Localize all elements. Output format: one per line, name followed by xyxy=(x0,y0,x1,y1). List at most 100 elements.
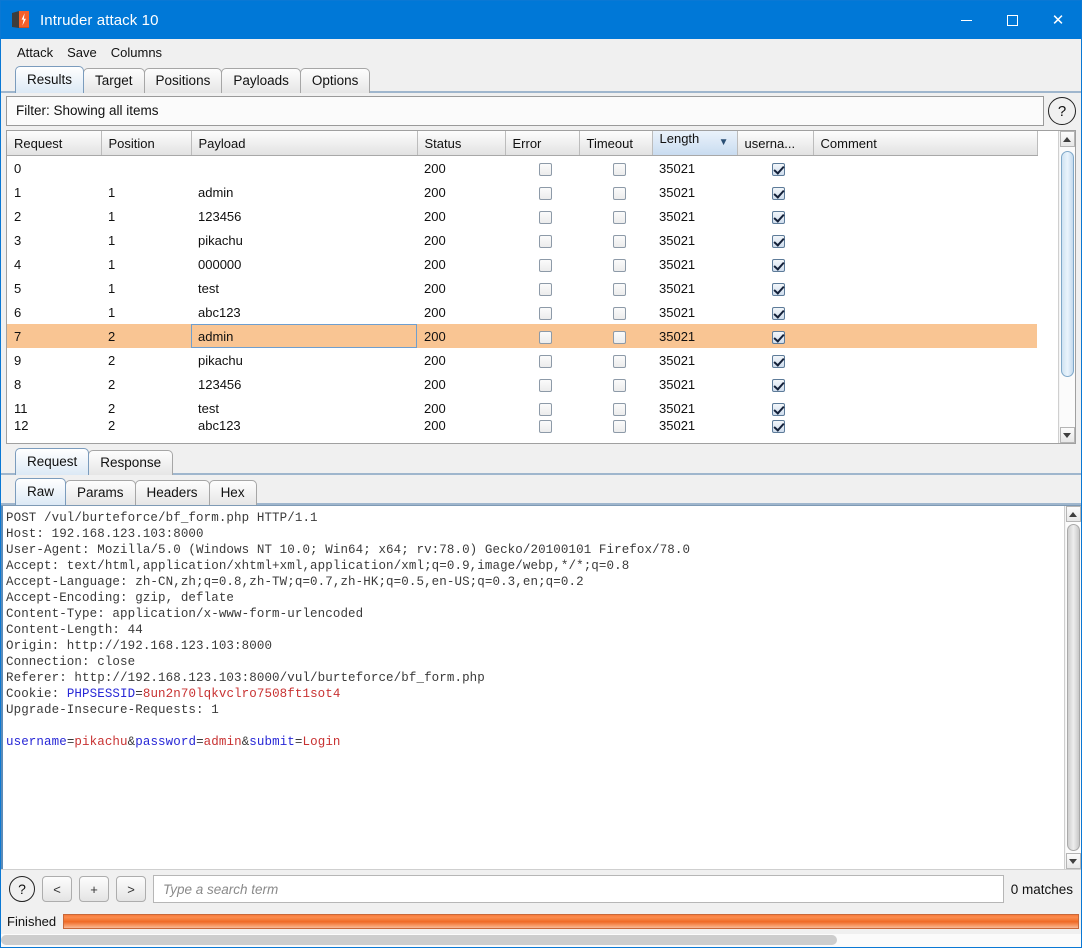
checkbox-checked-icon[interactable] xyxy=(772,282,785,296)
checkbox-unchecked-icon[interactable] xyxy=(612,186,626,200)
checkbox-checked-icon[interactable] xyxy=(772,210,785,224)
cell-username[interactable] xyxy=(737,324,813,348)
checkbox-unchecked-icon[interactable] xyxy=(612,210,626,224)
search-prev-button[interactable]: < xyxy=(42,876,72,902)
cell-username[interactable] xyxy=(737,276,813,300)
checkbox-unchecked-icon[interactable] xyxy=(539,234,552,248)
cell-error[interactable] xyxy=(505,420,579,443)
results-vertical-scrollbar[interactable] xyxy=(1058,131,1075,443)
checkbox-unchecked-icon[interactable] xyxy=(539,378,552,392)
cell-error[interactable] xyxy=(505,252,579,276)
checkbox-checked-icon[interactable] xyxy=(772,258,785,272)
column-header-timeout[interactable]: Timeout xyxy=(579,131,653,156)
checkbox-unchecked-icon[interactable] xyxy=(539,282,552,296)
table-row[interactable]: 3 1 pikachu 200 35021 xyxy=(7,228,1037,252)
checkbox-unchecked-icon[interactable] xyxy=(539,210,552,224)
request-scroll-track[interactable] xyxy=(1065,522,1081,853)
tab-response[interactable]: Response xyxy=(88,450,174,475)
column-header-comment[interactable]: Comment xyxy=(813,131,1038,156)
tab-payloads[interactable]: Payloads xyxy=(221,68,301,93)
checkbox-unchecked-icon[interactable] xyxy=(612,420,626,434)
column-header-username[interactable]: userna... xyxy=(737,131,814,156)
window-horizontal-scrollbar[interactable] xyxy=(1,934,1081,947)
checkbox-unchecked-icon[interactable] xyxy=(612,258,626,272)
cell-username[interactable] xyxy=(737,372,813,396)
results-scroll-thumb[interactable] xyxy=(1060,151,1074,377)
cell-error[interactable] xyxy=(505,396,579,420)
checkbox-unchecked-icon[interactable] xyxy=(612,354,626,368)
cell-username[interactable] xyxy=(737,300,813,324)
table-row[interactable]: 9 2 pikachu 200 35021 xyxy=(7,348,1037,372)
tab-headers[interactable]: Headers xyxy=(134,480,210,505)
cell-username[interactable] xyxy=(737,348,813,372)
cell-timeout[interactable] xyxy=(579,372,652,396)
search-next-button[interactable]: > xyxy=(116,876,146,902)
cell-username[interactable] xyxy=(737,228,813,252)
checkbox-checked-icon[interactable] xyxy=(772,330,785,344)
help-icon[interactable]: ? xyxy=(1048,97,1076,125)
cell-error[interactable] xyxy=(505,276,579,300)
column-header-request[interactable]: Request xyxy=(7,131,102,156)
table-row[interactable]: 5 1 test 200 35021 xyxy=(7,276,1037,300)
cell-username[interactable] xyxy=(737,252,813,276)
checkbox-unchecked-icon[interactable] xyxy=(612,378,626,392)
search-add-button[interactable]: + xyxy=(79,876,109,902)
filter-bar[interactable]: Filter: Showing all items xyxy=(6,96,1044,126)
checkbox-unchecked-icon[interactable] xyxy=(612,282,626,296)
checkbox-unchecked-icon[interactable] xyxy=(539,402,552,416)
cell-error[interactable] xyxy=(505,372,579,396)
checkbox-unchecked-icon[interactable] xyxy=(539,306,552,320)
table-row[interactable]: 2 1 123456 200 35021 xyxy=(7,204,1037,228)
checkbox-unchecked-icon[interactable] xyxy=(539,162,552,176)
cell-error[interactable] xyxy=(505,180,579,204)
tab-target[interactable]: Target xyxy=(83,68,145,93)
cell-username[interactable] xyxy=(737,396,813,420)
checkbox-unchecked-icon[interactable] xyxy=(612,162,626,176)
cell-error[interactable] xyxy=(505,348,579,372)
search-input[interactable]: Type a search term xyxy=(153,875,1004,903)
cell-error[interactable] xyxy=(505,300,579,324)
cell-timeout[interactable] xyxy=(579,252,652,276)
cell-username[interactable] xyxy=(737,156,813,181)
checkbox-unchecked-icon[interactable] xyxy=(612,306,626,320)
table-row[interactable]: 11 2 test 200 35021 xyxy=(7,396,1037,420)
search-help-icon[interactable]: ? xyxy=(9,876,35,902)
request-raw-text[interactable]: POST /vul/burteforce/bf_form.php HTTP/1.… xyxy=(1,506,1064,869)
checkbox-unchecked-icon[interactable] xyxy=(612,234,626,248)
checkbox-checked-icon[interactable] xyxy=(772,186,785,200)
checkbox-unchecked-icon[interactable] xyxy=(539,258,552,272)
checkbox-unchecked-icon[interactable] xyxy=(539,330,552,344)
table-row[interactable]: 6 1 abc123 200 35021 xyxy=(7,300,1037,324)
column-header-error[interactable]: Error xyxy=(505,131,580,156)
checkbox-checked-icon[interactable] xyxy=(772,234,785,248)
checkbox-checked-icon[interactable] xyxy=(772,378,785,392)
table-row[interactable]: 7 2 admin 200 35021 xyxy=(7,324,1037,348)
checkbox-unchecked-icon[interactable] xyxy=(539,186,552,200)
cell-error[interactable] xyxy=(505,324,579,348)
results-scroll-track[interactable] xyxy=(1059,147,1075,427)
table-row[interactable]: 0 200 35021 xyxy=(7,155,1037,181)
cell-timeout[interactable] xyxy=(579,276,652,300)
table-row[interactable]: 1 1 admin 200 35021 xyxy=(7,180,1037,204)
scroll-up-icon[interactable] xyxy=(1059,131,1075,147)
request-vertical-scrollbar[interactable] xyxy=(1064,506,1081,869)
cell-timeout[interactable] xyxy=(579,204,652,228)
column-header-payload[interactable]: Payload xyxy=(191,131,418,156)
menu-item-save[interactable]: Save xyxy=(61,42,103,63)
cell-timeout[interactable] xyxy=(579,156,652,181)
cell-timeout[interactable] xyxy=(579,420,652,443)
cell-timeout[interactable] xyxy=(579,300,652,324)
column-header-status[interactable]: Status xyxy=(417,131,506,156)
column-header-position[interactable]: Position xyxy=(101,131,192,156)
checkbox-checked-icon[interactable] xyxy=(772,354,785,368)
cell-timeout[interactable] xyxy=(579,348,652,372)
horizontal-scroll-track[interactable] xyxy=(1,934,1081,947)
checkbox-checked-icon[interactable] xyxy=(772,162,785,176)
column-header-length[interactable]: Length ▼ xyxy=(652,131,738,156)
cell-timeout[interactable] xyxy=(579,228,652,252)
tab-options[interactable]: Options xyxy=(299,68,371,93)
checkbox-unchecked-icon[interactable] xyxy=(612,402,626,416)
cell-error[interactable] xyxy=(505,228,579,252)
cell-username[interactable] xyxy=(737,420,813,443)
cell-error[interactable] xyxy=(505,156,579,181)
